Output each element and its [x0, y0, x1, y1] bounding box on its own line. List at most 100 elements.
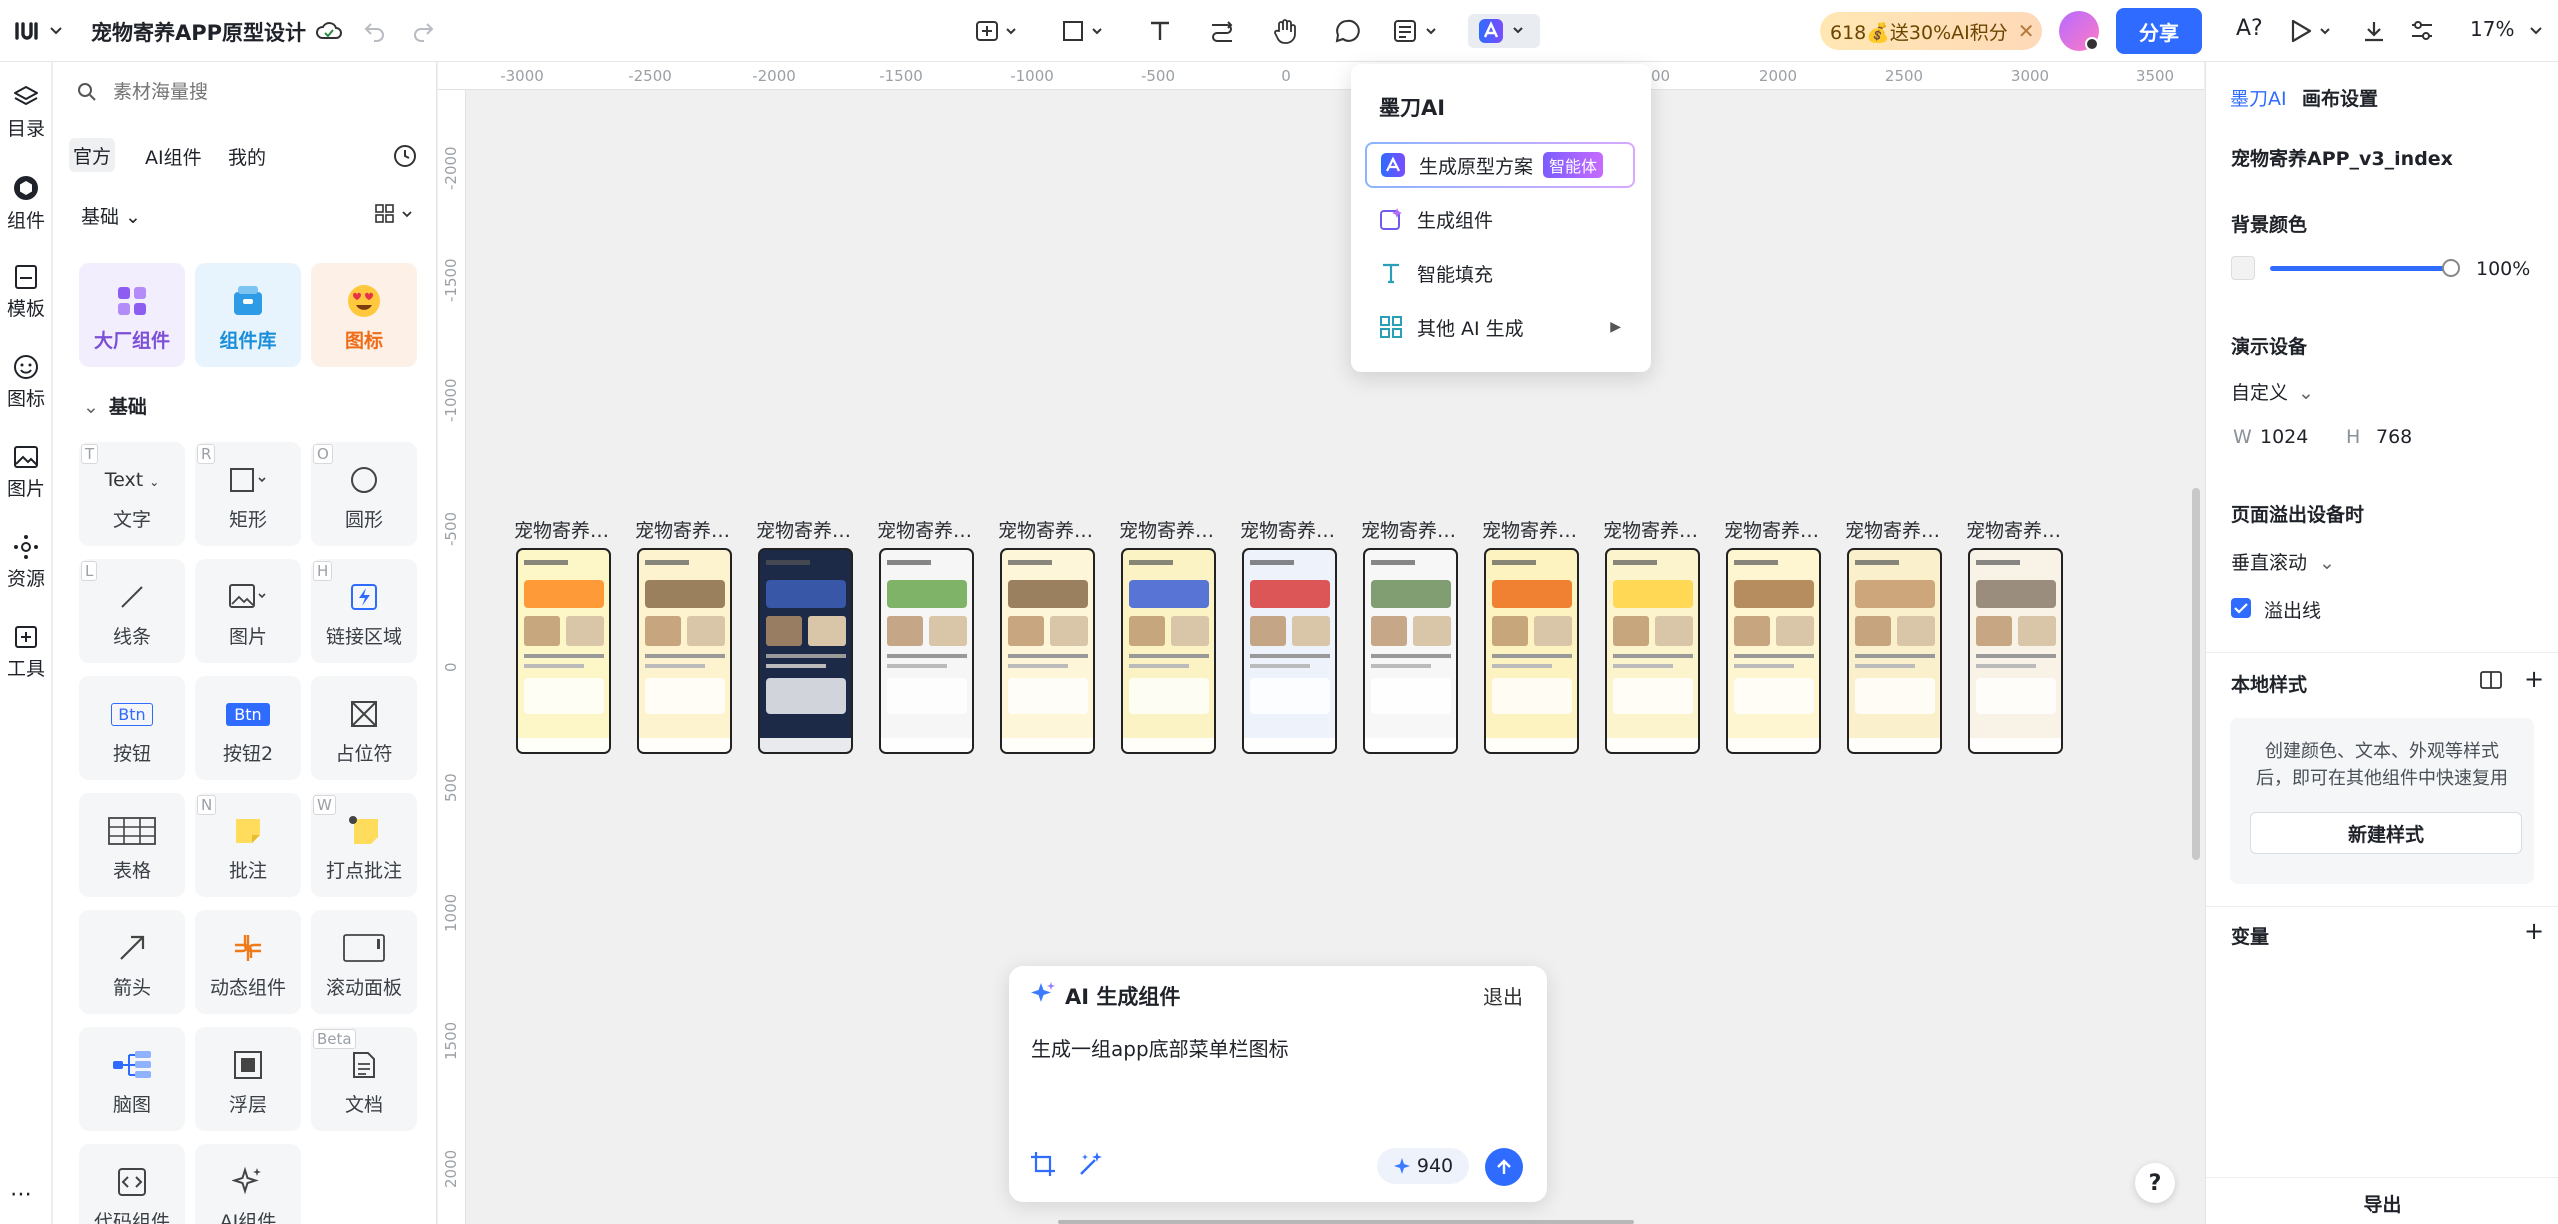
menu-item-generate-prototype[interactable]: 生成原型方案 智能体: [1365, 142, 1635, 188]
preview-button[interactable]: [2286, 14, 2340, 48]
component-tile-line[interactable]: L 线条: [79, 559, 185, 663]
frame-thumbnail[interactable]: [879, 548, 974, 754]
rail-item-directory[interactable]: 目录: [0, 84, 52, 141]
frame-thumbnail[interactable]: [1484, 548, 1579, 754]
frame-thumbnail[interactable]: [1242, 548, 1337, 754]
component-tile-button2[interactable]: Btn 按钮2: [195, 676, 301, 780]
cloud-sync-icon[interactable]: [312, 14, 346, 48]
component-tile-button[interactable]: Btn 按钮: [79, 676, 185, 780]
zoom-chevron-icon[interactable]: [2528, 14, 2544, 48]
frame-label[interactable]: 宠物寄养…: [877, 516, 977, 543]
new-style-button[interactable]: 新建样式: [2250, 812, 2522, 854]
component-tile-link-area[interactable]: H 链接区域: [311, 559, 417, 663]
component-tile-pin-note[interactable]: W 打点批注: [311, 793, 417, 897]
history-icon[interactable]: [393, 144, 417, 168]
frame-label[interactable]: 宠物寄养…: [635, 516, 735, 543]
frame-label[interactable]: 宠物寄养…: [1240, 516, 1340, 543]
chevron-down-icon[interactable]: [48, 14, 64, 48]
font-check-button[interactable]: A?: [2236, 16, 2263, 41]
more-icon[interactable]: ⋯: [10, 1182, 34, 1207]
component-tile-image[interactable]: 图片: [195, 559, 301, 663]
page-name[interactable]: 宠物寄养APP_v3_index: [2231, 144, 2453, 171]
rail-item-images[interactable]: 图片: [0, 444, 52, 501]
menu-item-other-ai[interactable]: 其他 AI 生成 ▶: [1365, 304, 1635, 350]
tab-canvas-settings[interactable]: 画布设置: [2302, 84, 2378, 111]
rail-item-icons[interactable]: 图标: [0, 354, 52, 411]
rectangle-tool-button[interactable]: [1058, 14, 1110, 48]
download-icon[interactable]: [2357, 14, 2391, 48]
category-select[interactable]: 基础 ⌄: [81, 202, 141, 229]
component-tile-text[interactable]: T Text ⌄ 文字: [79, 442, 185, 546]
horizontal-scrollbar[interactable]: [1058, 1220, 1634, 1224]
vertical-scrollbar[interactable]: [2192, 488, 2200, 860]
send-button[interactable]: [1485, 1148, 1523, 1186]
scroll-mode-select[interactable]: 垂直滚动 ⌄: [2231, 548, 2335, 575]
frame-thumbnail[interactable]: [1605, 548, 1700, 754]
settings-sliders-icon[interactable]: [2405, 14, 2439, 48]
frame-thumbnail[interactable]: [637, 548, 732, 754]
connector-tool-icon[interactable]: [1205, 14, 1239, 48]
frame-thumbnail[interactable]: [1121, 548, 1216, 754]
menu-item-generate-component[interactable]: 生成组件: [1365, 196, 1635, 242]
close-icon[interactable]: ✕: [2018, 19, 2035, 43]
search-input[interactable]: [113, 76, 413, 108]
section-basic[interactable]: ⌄ 基础: [83, 392, 147, 419]
featured-component-library[interactable]: 组件库: [195, 263, 301, 367]
frame-thumbnail[interactable]: [1363, 548, 1458, 754]
component-tile-overlay[interactable]: 浮层: [195, 1027, 301, 1131]
component-tile-arrow[interactable]: 箭头: [79, 910, 185, 1014]
prompt-input[interactable]: 生成一组app底部菜单栏图标: [1031, 1033, 1289, 1062]
featured-icons[interactable]: 图标: [311, 263, 417, 367]
tab-modao-ai[interactable]: 墨刀AI: [2230, 84, 2287, 111]
export-button[interactable]: 导出: [2206, 1190, 2558, 1217]
component-tile-table[interactable]: 表格: [79, 793, 185, 897]
comment-tool-icon[interactable]: [1330, 14, 1364, 48]
book-icon[interactable]: [2480, 670, 2502, 690]
frame-label[interactable]: 宠物寄养…: [756, 516, 856, 543]
tab-ai-components[interactable]: AI组件: [145, 143, 202, 170]
frame-label[interactable]: 宠物寄养…: [1119, 516, 1219, 543]
frame-thumbnail[interactable]: [758, 548, 853, 754]
note-tool-button[interactable]: [1390, 14, 1444, 48]
component-tile-dynamic[interactable]: 动态组件: [195, 910, 301, 1014]
insert-tool-button[interactable]: [972, 14, 1024, 48]
opacity-slider[interactable]: [2270, 266, 2450, 271]
component-tile-scroll-panel[interactable]: 滚动面板: [311, 910, 417, 1014]
promo-banner[interactable]: 618💰送30%AI积分 ✕: [1820, 12, 2042, 50]
component-tile-rectangle[interactable]: R 矩形: [195, 442, 301, 546]
share-button[interactable]: 分享: [2116, 8, 2202, 54]
add-variable-icon[interactable]: +: [2524, 919, 2544, 943]
frame-label[interactable]: 宠物寄养…: [1966, 516, 2066, 543]
add-style-icon[interactable]: +: [2524, 667, 2544, 691]
frame-label[interactable]: 宠物寄养…: [998, 516, 1098, 543]
frame-label[interactable]: 宠物寄养…: [514, 516, 614, 543]
component-tile-mindmap[interactable]: 脑图: [79, 1027, 185, 1131]
width-input[interactable]: 1024: [2260, 426, 2308, 448]
hand-tool-icon[interactable]: [1268, 14, 1302, 48]
undo-icon[interactable]: [360, 14, 390, 48]
frame-thumbnail[interactable]: [1000, 548, 1095, 754]
height-input[interactable]: 768: [2376, 426, 2412, 448]
component-tile-ai-component[interactable]: AI组件: [195, 1144, 301, 1224]
frame-label[interactable]: 宠物寄养…: [1603, 516, 1703, 543]
frame-thumbnail[interactable]: [1726, 548, 1821, 754]
frame-thumbnail[interactable]: [1968, 548, 2063, 754]
document-title[interactable]: 宠物寄养APP原型设计: [91, 17, 306, 47]
redo-icon[interactable]: [408, 14, 438, 48]
opacity-slider-handle[interactable]: [2442, 259, 2460, 277]
rail-item-components[interactable]: 组件: [0, 174, 52, 233]
bg-color-swatch[interactable]: [2231, 256, 2255, 280]
overflow-line-checkbox[interactable]: [2231, 598, 2251, 618]
ai-tool-button[interactable]: [1468, 14, 1540, 48]
rail-item-templates[interactable]: 模板: [0, 264, 52, 321]
frame-thumbnail[interactable]: [516, 548, 611, 754]
device-select[interactable]: 自定义 ⌄: [2231, 378, 2314, 405]
avatar[interactable]: [2059, 11, 2099, 51]
grid-view-icon[interactable]: [375, 204, 415, 224]
tab-official[interactable]: 官方: [69, 138, 115, 172]
frame-label[interactable]: 宠物寄养…: [1724, 516, 1824, 543]
menu-item-smart-fill[interactable]: 智能填充: [1365, 250, 1635, 296]
component-tile-document[interactable]: Beta 文档: [311, 1027, 417, 1131]
text-tool-icon[interactable]: [1143, 14, 1177, 48]
component-tile-code[interactable]: 代码组件: [79, 1144, 185, 1224]
